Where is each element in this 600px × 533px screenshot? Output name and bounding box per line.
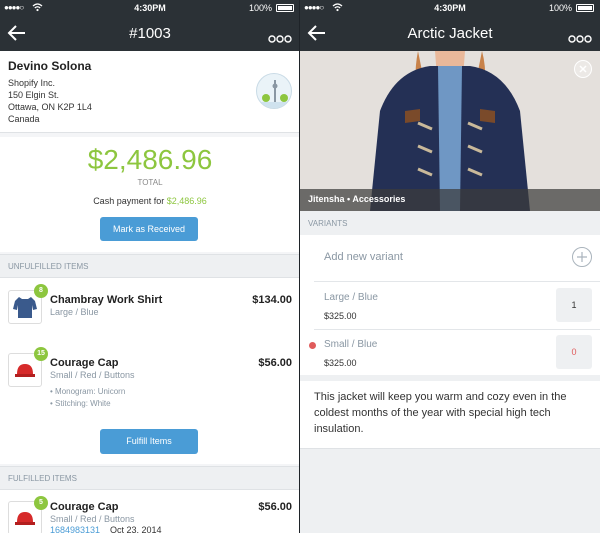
item-name: Courage Cap	[50, 501, 119, 513]
variants-heading: VARIANTS	[308, 219, 348, 228]
item-variant: Small / Red / Buttons	[50, 370, 135, 380]
fulfilled-heading: FULFILLED ITEMS	[0, 466, 300, 490]
customer-company: Shopify Inc.	[8, 78, 56, 88]
quantity-badge: 5	[34, 496, 48, 510]
variant-name: Small / Blue	[324, 339, 378, 350]
cash-amount: $2,486.96	[166, 196, 207, 206]
product-screen: ●●●●○ 4:30PM 100% Arctic Jacket Jitensha…	[300, 0, 600, 533]
page-title: Arctic Jacket	[407, 25, 493, 42]
item-variant: Large / Blue	[50, 307, 99, 317]
status-bar: ●●●●○ 4:30PM 100%	[0, 0, 300, 16]
fulfill-items-button[interactable]: Fulfill Items	[100, 429, 198, 454]
item-price: $56.00	[258, 501, 292, 513]
payment-card: $2,486.96 TOTAL Cash payment for $2,486.…	[0, 137, 300, 252]
item-price: $56.00	[258, 357, 292, 369]
unfulfilled-heading: UNFULFILLED ITEMS	[0, 254, 300, 278]
page-title: #1003	[129, 25, 171, 42]
order-screen: ●●●●○ 4:30PM 100% #1003 Devino Solona Sh…	[0, 0, 300, 533]
more-dots-icon[interactable]	[268, 30, 292, 43]
plus-icon[interactable]	[572, 247, 592, 267]
row-divider	[314, 329, 600, 330]
photo-caption: Jitensha • Accessories	[300, 189, 600, 211]
fulfilled-date: Oct 23, 2014	[110, 525, 162, 533]
add-variant-label: Add new variant	[324, 251, 403, 263]
variant-qty-field[interactable]: 0	[556, 335, 592, 369]
customer-street: 150 Elgin St.	[8, 90, 60, 100]
battery-icon	[576, 4, 594, 12]
close-icon[interactable]	[574, 60, 592, 78]
item-name: Courage Cap	[50, 357, 119, 369]
tracking-link[interactable]: 1684983131	[50, 525, 100, 533]
customer-card[interactable]: Devino Solona Shopify Inc. 150 Elgin St.…	[0, 51, 300, 133]
quantity-badge: 8	[34, 284, 48, 298]
low-stock-dot	[309, 342, 316, 349]
fulfilled-list: 5 Courage Cap $56.00 Small / Red / Butto…	[0, 490, 300, 533]
navbar: #1003	[0, 16, 300, 51]
customer-country: Canada	[8, 114, 40, 124]
item-variant: Small / Red / Buttons	[50, 514, 135, 524]
row-divider	[314, 281, 600, 282]
customer-name: Devino Solona	[8, 59, 92, 73]
more-dots-icon[interactable]	[568, 30, 592, 43]
product-photo[interactable]	[300, 51, 600, 211]
item-monogram: • Monogram: Unicorn	[50, 387, 126, 396]
cash-prefix: Cash payment for	[93, 196, 165, 206]
battery-icon	[276, 4, 294, 12]
variant-price: $325.00	[324, 311, 357, 321]
variants-list: Add new variant Large / Blue $325.00 1 S…	[300, 235, 600, 375]
item-price: $134.00	[252, 294, 292, 306]
item-stitching: • Stitching: White	[50, 399, 111, 408]
variant-name: Large / Blue	[324, 292, 378, 303]
variant-price: $325.00	[324, 358, 357, 368]
status-bar: ●●●●○ 4:30PM 100%	[300, 0, 600, 16]
product-description: This jacket will keep you warm and cozy …	[314, 391, 567, 435]
map-pin-icon[interactable]	[256, 73, 292, 109]
customer-city: Ottawa, ON K2P 1L4	[8, 102, 92, 112]
cash-payment-text: Cash payment for $2,486.96	[0, 196, 300, 206]
navbar: Arctic Jacket	[300, 16, 600, 51]
total-amount: $2,486.96	[87, 144, 213, 175]
unfulfilled-list: 8 Chambray Work Shirt $134.00 Large / Bl…	[0, 278, 300, 464]
battery-text: 100%	[248, 3, 272, 13]
item-name: Chambray Work Shirt	[50, 294, 163, 306]
battery-text: 100%	[548, 3, 572, 13]
variant-qty-field[interactable]: 1	[556, 288, 592, 322]
quantity-badge: 15	[34, 347, 48, 361]
mark-received-button[interactable]: Mark as Received	[100, 217, 198, 241]
total-label: TOTAL	[137, 178, 163, 187]
